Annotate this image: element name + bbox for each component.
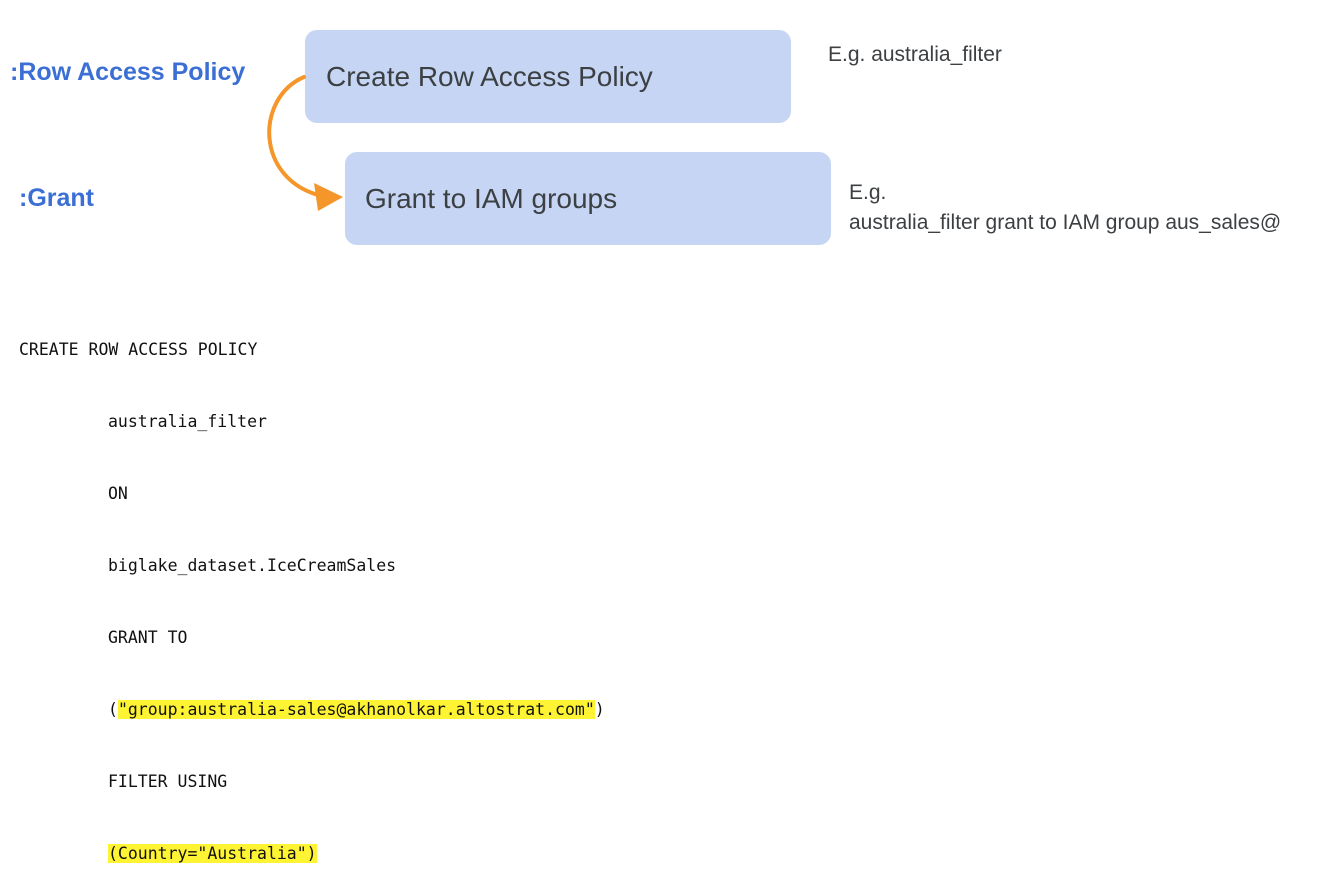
highlighted-group-email: "group:australia-sales@akhanolkar.altost…: [117, 700, 595, 719]
create-example-note: E.g. australia_filter: [828, 43, 1002, 66]
code-line: FILTER USING: [108, 772, 228, 791]
sql-code-block: CREATE ROW ACCESS POLICY australia_filte…: [19, 290, 605, 890]
code-line: ON: [108, 484, 128, 503]
flow-arrow-head: [314, 183, 343, 211]
grant-example-note: E.g. australia_filter grant to IAM group…: [849, 178, 1281, 238]
code-line: australia_filter: [108, 412, 267, 431]
flow-arrow-curve: [267, 75, 324, 198]
grant-example-detail: australia_filter grant to IAM group aus_…: [849, 211, 1282, 234]
code-line-filter-condition: (Country="Australia"): [19, 842, 605, 866]
code-line-grant-group: ("group:australia-sales@akhanolkar.altos…: [19, 698, 605, 722]
code-line: CREATE ROW ACCESS POLICY: [19, 340, 258, 359]
grant-example-prefix: E.g.: [849, 181, 887, 204]
highlighted-filter-condition: (Country="Australia"): [108, 844, 317, 863]
code-paren-open: (: [108, 700, 118, 719]
code-line: GRANT TO: [108, 628, 188, 647]
code-paren-close: ): [594, 700, 605, 719]
code-line: biglake_dataset.IceCreamSales: [108, 556, 397, 575]
